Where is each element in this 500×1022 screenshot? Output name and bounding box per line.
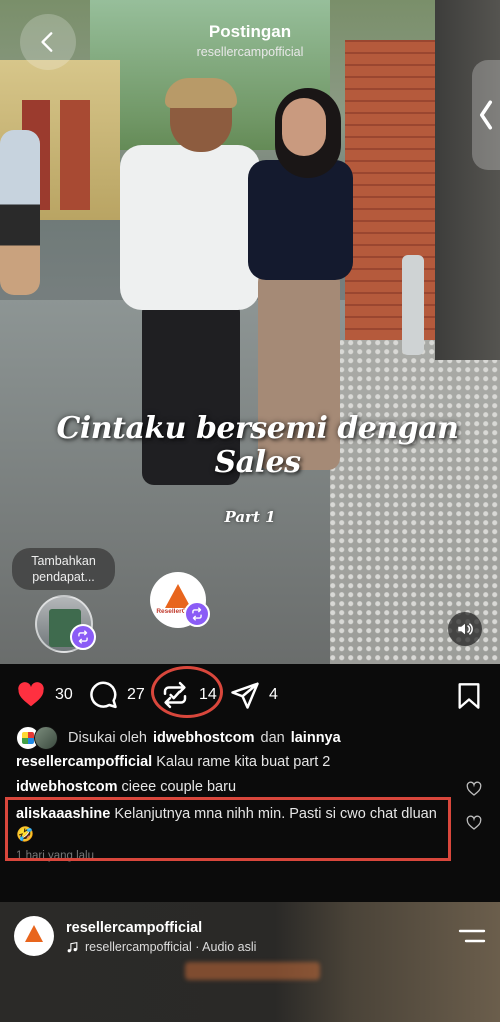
liked-by-row[interactable]: Disukai oleh idwebhostcom dan lainnya: [16, 726, 341, 750]
comment-text: cieee couple baru: [121, 779, 237, 795]
video-caption: Cintaku bersemi dengan Sales: [56, 411, 459, 480]
liker-avatars: [16, 726, 62, 750]
liked-by-prefix: Disukai oleh: [68, 730, 147, 746]
repost-badge: [70, 624, 96, 650]
next-post-avatar[interactable]: [14, 916, 54, 956]
share-button[interactable]: 4: [230, 680, 278, 710]
comment-icon: [90, 681, 117, 709]
add-note-bubble[interactable]: Tambahkan pendapat...: [12, 548, 115, 590]
repost-highlight-circle: [151, 666, 223, 718]
resellercamp-logo-icon: [25, 924, 43, 942]
video-background: [402, 255, 424, 355]
next-post-username[interactable]: resellercampofficial: [66, 920, 202, 936]
audio-label: resellercampofficial · Audio asli: [85, 940, 257, 954]
repost-badge: [184, 601, 210, 627]
like-button[interactable]: 30: [16, 680, 73, 710]
next-post-audio[interactable]: resellercampofficial · Audio asli: [66, 940, 256, 954]
comment-like-heart-icon[interactable]: [466, 815, 482, 831]
repost-icon: [78, 630, 88, 644]
video-background: [185, 962, 320, 980]
comment-count: 27: [127, 686, 145, 703]
video-person: [0, 130, 40, 295]
page-subtitle[interactable]: resellercampofficial: [0, 45, 500, 59]
liked-by-others[interactable]: lainnya: [291, 730, 341, 746]
share-count: 4: [269, 686, 278, 703]
liked-by-middle: dan: [260, 730, 285, 746]
comment-like-heart-icon[interactable]: [466, 781, 482, 797]
comment-text: Kalau rame kita buat part 2: [156, 754, 331, 770]
menu-icon[interactable]: [458, 928, 486, 944]
bookmark-icon: [458, 683, 480, 709]
video-part-label: Part 1: [224, 508, 276, 526]
music-note-icon: [67, 941, 78, 952]
comment-button[interactable]: 27: [88, 680, 145, 710]
comment-username[interactable]: idwebhostcom: [16, 779, 118, 795]
comment-username[interactable]: resellercampofficial: [16, 754, 152, 770]
speaker-icon: [458, 623, 473, 635]
video-person: [248, 160, 353, 280]
video-person: [120, 145, 260, 310]
chevron-left-icon: [479, 100, 493, 130]
comment-row: resellercampofficial Kalau rame kita bua…: [16, 754, 330, 770]
page-title: Postingan: [208, 22, 292, 41]
liked-by-user[interactable]: idwebhostcom: [153, 730, 255, 746]
side-panel-toggle[interactable]: [472, 60, 500, 170]
mute-button[interactable]: [448, 612, 482, 646]
send-icon: [231, 682, 259, 709]
save-button[interactable]: [456, 682, 482, 715]
video-person: [282, 98, 326, 156]
action-bar: 30 27 14 4: [0, 664, 500, 722]
heart-icon: [18, 682, 44, 707]
comment-row: idwebhostcom cieee couple baru: [16, 779, 236, 795]
like-count: 30: [55, 686, 73, 703]
comment-highlight-box: [5, 797, 451, 861]
video-person: [165, 78, 237, 108]
repost-icon: [192, 607, 202, 621]
avatar: [34, 726, 58, 750]
